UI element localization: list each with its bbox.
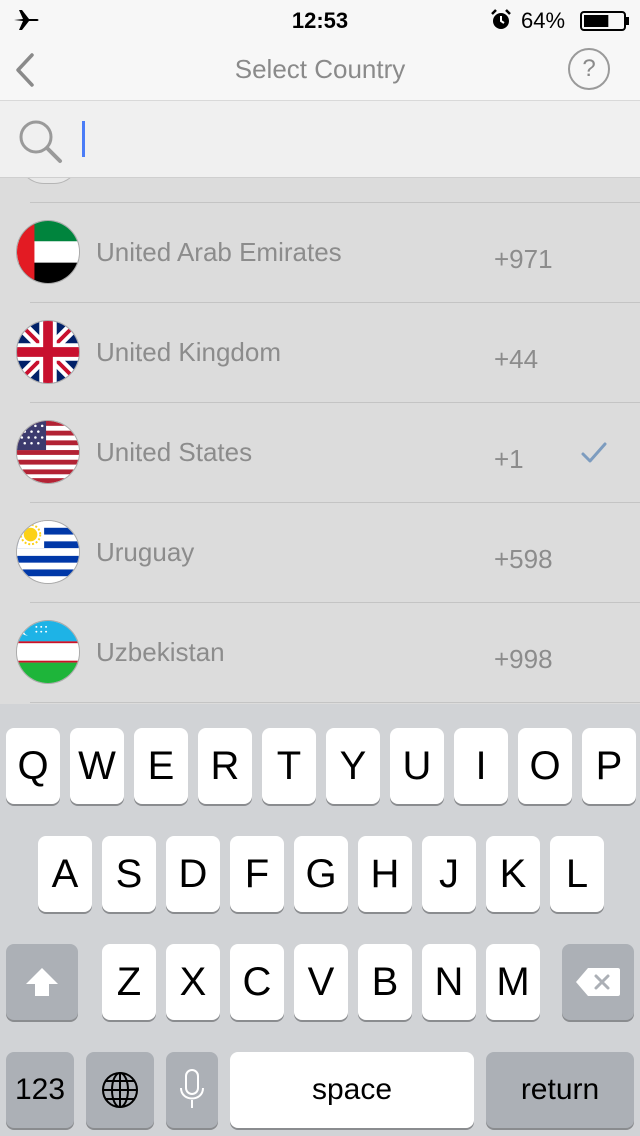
key-k[interactable]: K bbox=[486, 836, 540, 912]
microphone-icon bbox=[180, 1069, 204, 1108]
page-title: Select Country bbox=[234, 54, 406, 84]
country-name: United States bbox=[96, 437, 253, 467]
country-row-uzbekistan[interactable]: Uzbekistan +998 bbox=[0, 602, 640, 702]
text-cursor bbox=[82, 121, 85, 157]
key-e[interactable]: E bbox=[134, 728, 188, 804]
key-m[interactable]: M bbox=[486, 944, 540, 1020]
battery-percentage: 64% bbox=[521, 8, 566, 33]
uae-flag-icon bbox=[16, 220, 80, 284]
partial-flag-icon bbox=[18, 178, 80, 184]
country-name: United Arab Emirates bbox=[96, 237, 342, 267]
uzbekistan-flag-icon bbox=[16, 620, 80, 684]
shift-arrow-icon bbox=[26, 968, 58, 996]
key-z[interactable]: Z bbox=[102, 944, 156, 1020]
key-g[interactable]: G bbox=[294, 836, 348, 912]
row-separator bbox=[30, 702, 640, 703]
key-b[interactable]: B bbox=[358, 944, 412, 1020]
alarm-icon bbox=[491, 9, 511, 29]
key-o[interactable]: O bbox=[518, 728, 572, 804]
key-f[interactable]: F bbox=[230, 836, 284, 912]
status-bar: 12:53 64% bbox=[0, 0, 640, 40]
country-row-united-kingdom[interactable]: United Kingdom +44 bbox=[0, 302, 640, 402]
shift-key[interactable] bbox=[6, 944, 78, 1020]
key-t[interactable]: T bbox=[262, 728, 316, 804]
key-c[interactable]: C bbox=[230, 944, 284, 1020]
key-a[interactable]: A bbox=[38, 836, 92, 912]
search-icon bbox=[19, 120, 62, 163]
uk-flag-icon bbox=[16, 320, 80, 384]
checkmark-icon bbox=[581, 442, 607, 463]
country-list: United Arab Emirates +971 United Kingdom… bbox=[0, 178, 640, 704]
country-name: Uzbekistan bbox=[96, 637, 225, 667]
key-w[interactable]: W bbox=[70, 728, 124, 804]
help-button[interactable]: ? bbox=[568, 48, 610, 90]
key-h[interactable]: H bbox=[358, 836, 412, 912]
backspace-key[interactable] bbox=[562, 944, 634, 1020]
key-n[interactable]: N bbox=[422, 944, 476, 1020]
country-code: +598 bbox=[494, 544, 553, 574]
backspace-icon bbox=[576, 968, 620, 996]
key-r[interactable]: R bbox=[198, 728, 252, 804]
key-j[interactable]: J bbox=[422, 836, 476, 912]
key-p[interactable]: P bbox=[582, 728, 636, 804]
country-name: United Kingdom bbox=[96, 337, 281, 367]
key-s[interactable]: S bbox=[102, 836, 156, 912]
numbers-key[interactable]: 123 bbox=[6, 1052, 74, 1128]
country-code: +971 bbox=[494, 244, 553, 274]
country-code: +1 bbox=[494, 444, 524, 474]
key-v[interactable]: V bbox=[294, 944, 348, 1020]
key-d[interactable]: D bbox=[166, 836, 220, 912]
dictation-key[interactable] bbox=[166, 1052, 218, 1128]
search-bar bbox=[0, 100, 640, 178]
return-key[interactable]: return bbox=[486, 1052, 634, 1128]
space-key[interactable]: space bbox=[230, 1052, 474, 1128]
key-u[interactable]: U bbox=[390, 728, 444, 804]
key-q[interactable]: Q bbox=[6, 728, 60, 804]
globe-key[interactable] bbox=[86, 1052, 154, 1128]
key-l[interactable]: L bbox=[550, 836, 604, 912]
country-row-uruguay[interactable]: Uruguay +598 bbox=[0, 502, 640, 602]
key-y[interactable]: Y bbox=[326, 728, 380, 804]
navigation-bar: Select Country ? bbox=[0, 40, 640, 100]
country-row-united-states[interactable]: United States +1 bbox=[0, 402, 640, 502]
uruguay-flag-icon bbox=[16, 520, 80, 584]
key-i[interactable]: I bbox=[454, 728, 508, 804]
key-x[interactable]: X bbox=[166, 944, 220, 1020]
search-input[interactable] bbox=[92, 115, 612, 163]
battery-icon bbox=[580, 11, 629, 31]
keyboard: Q W E R T Y U I O P A S D F G H J K L Z … bbox=[0, 704, 640, 1136]
country-code: +44 bbox=[494, 344, 539, 374]
country-code: +998 bbox=[494, 644, 553, 674]
country-row-united-arab-emirates[interactable]: United Arab Emirates +971 bbox=[0, 202, 640, 302]
us-flag-icon bbox=[16, 420, 80, 484]
country-name: Uruguay bbox=[96, 537, 195, 567]
globe-icon bbox=[102, 1072, 138, 1108]
